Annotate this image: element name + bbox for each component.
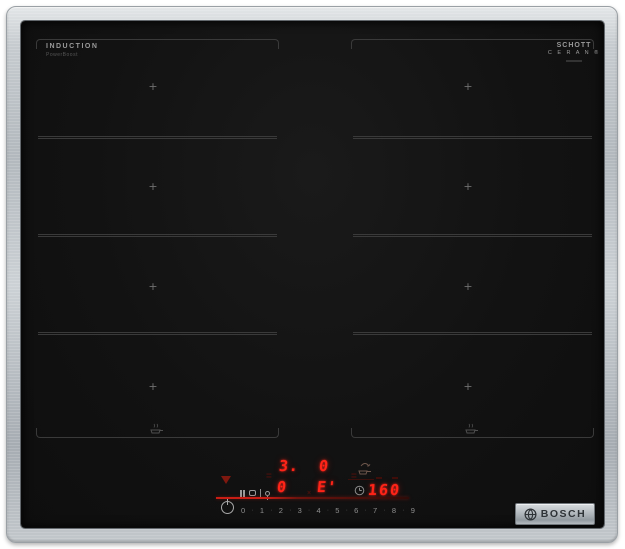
warning-triangle-icon bbox=[221, 476, 231, 484]
power-scale[interactable]: 0 · 1 · 2 · 3 · 4 · 5 · 6 · 7 · 8 · 9 bbox=[241, 505, 415, 516]
pan-icon bbox=[463, 422, 479, 435]
bosch-anchor-icon bbox=[524, 508, 537, 521]
power-indicator-line bbox=[216, 497, 409, 499]
zone-separator bbox=[38, 332, 277, 335]
ceran-text: C E R A N ® bbox=[544, 50, 604, 56]
zone-right-display-bottom: E' bbox=[316, 479, 338, 495]
induction-subtitle: PowerBoost bbox=[46, 52, 98, 58]
timer-dim-line bbox=[348, 479, 374, 480]
cooktop-photo: + + + + + + + + bbox=[0, 0, 625, 549]
scale-separator: · bbox=[365, 507, 367, 514]
induction-title: INDUCTION bbox=[46, 43, 98, 50]
power-level-1[interactable]: 1 bbox=[260, 506, 264, 515]
power-icon[interactable] bbox=[221, 501, 234, 514]
zone-plus-mark: + bbox=[461, 280, 475, 294]
zone-plus-mark: + bbox=[146, 380, 160, 394]
power-level-2[interactable]: 2 bbox=[279, 506, 283, 515]
zone-separator bbox=[353, 234, 592, 237]
scale-separator: · bbox=[251, 507, 253, 514]
power-level-3[interactable]: 3 bbox=[298, 506, 302, 515]
power-level-4[interactable]: 4 bbox=[316, 506, 320, 515]
zone-separator bbox=[353, 332, 592, 335]
zone-plus-mark: + bbox=[146, 280, 160, 294]
zone-separator bbox=[38, 136, 277, 139]
zone-left-display-bottom: 0 bbox=[276, 479, 288, 495]
fry-sensor-icon[interactable] bbox=[357, 460, 373, 476]
power-level-0[interactable]: 0 bbox=[241, 506, 245, 515]
power-level-5[interactable]: 5 bbox=[335, 506, 339, 515]
bosch-brand-text: BOSCH bbox=[541, 508, 586, 520]
pause-icon[interactable] bbox=[240, 490, 245, 497]
timer-display: 160 bbox=[367, 482, 402, 498]
ceran-underline bbox=[566, 60, 582, 62]
stainless-steel-frame: + + + + + + + + bbox=[6, 6, 618, 543]
childlock-icon[interactable] bbox=[265, 491, 270, 496]
zone-plus-mark: + bbox=[461, 380, 475, 394]
zone-plus-mark: + bbox=[146, 180, 160, 194]
zone-plus-mark: + bbox=[146, 80, 160, 94]
zone-plus-mark: + bbox=[461, 80, 475, 94]
power-level-8[interactable]: 8 bbox=[392, 506, 396, 515]
power-level-7[interactable]: 7 bbox=[373, 506, 377, 515]
scale-separator: · bbox=[289, 507, 291, 514]
scale-separator: · bbox=[402, 507, 404, 514]
power-level-6[interactable]: 6 bbox=[354, 506, 358, 515]
scale-separator: · bbox=[308, 507, 310, 514]
clock-icon[interactable] bbox=[354, 485, 365, 496]
zone-select-mark-right: = bbox=[351, 471, 357, 482]
scale-separator: · bbox=[346, 507, 348, 514]
dim-cross-mark: × bbox=[307, 490, 311, 497]
zone-left-display-top: 3. bbox=[278, 458, 300, 474]
wipe-protection-icon[interactable] bbox=[249, 490, 256, 496]
schott-text: SCHOTT bbox=[544, 42, 604, 49]
zone-select-mark-left: = bbox=[266, 471, 272, 482]
scale-separator: · bbox=[327, 507, 329, 514]
scale-separator: · bbox=[383, 507, 385, 514]
cluster-divider bbox=[260, 489, 261, 497]
zone-plus-mark: + bbox=[461, 180, 475, 194]
timer-seg-mark bbox=[392, 477, 398, 479]
zone-separator bbox=[38, 234, 277, 237]
schott-ceran-logo: SCHOTT C E R A N ® bbox=[544, 42, 604, 62]
zone-separator bbox=[353, 136, 592, 139]
power-level-9[interactable]: 9 bbox=[411, 506, 415, 515]
scale-separator: · bbox=[270, 507, 272, 514]
ceramic-glass-surface: + + + + + + + + bbox=[21, 21, 604, 528]
zone-right-display-top: 0 bbox=[318, 458, 330, 474]
timer-seg-mark bbox=[376, 477, 382, 479]
pan-icon bbox=[148, 422, 164, 435]
bosch-logo-badge: BOSCH bbox=[515, 503, 595, 525]
induction-label: INDUCTION PowerBoost bbox=[46, 43, 98, 58]
